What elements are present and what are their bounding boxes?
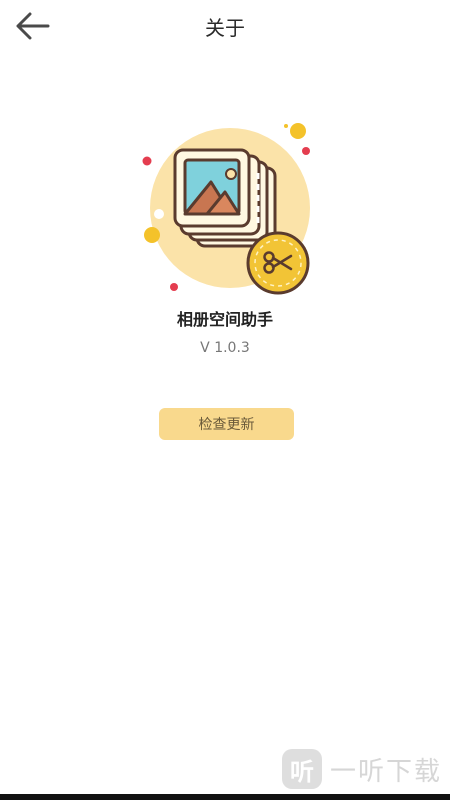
watermark: 听 一听下载: [281, 746, 442, 792]
system-bottom-bar: [0, 794, 450, 800]
photo-album-scissors-icon: [142, 123, 310, 295]
watermark-logo: 听: [281, 749, 322, 789]
app-version: V 1.0.3: [200, 340, 250, 356]
watermark-text: 一听下载: [329, 756, 442, 787]
app-name: 相册空间助手: [176, 310, 273, 329]
check-update-button[interactable]: 检查更新: [159, 408, 294, 440]
page-title: 关于: [205, 16, 245, 40]
top-bar: 关于: [0, 0, 450, 52]
